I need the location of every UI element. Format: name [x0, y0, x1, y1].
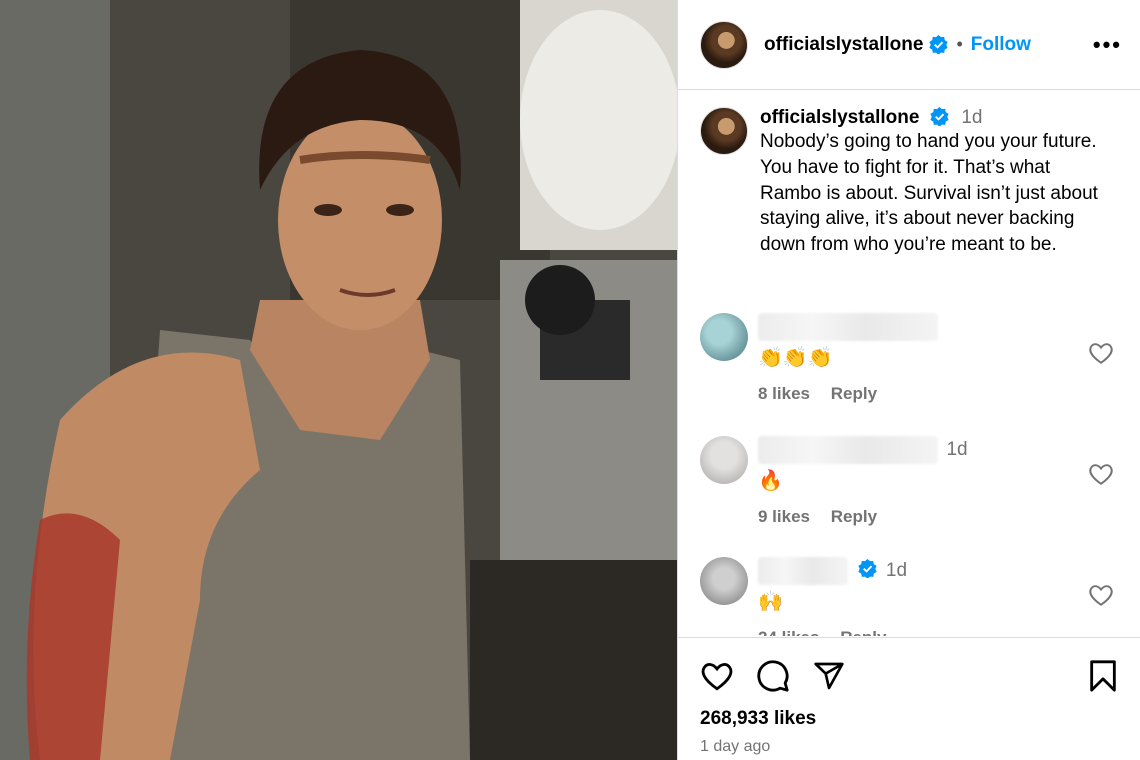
comment-timestamp[interactable]: 1d [946, 439, 967, 460]
comment-text: 🔥 [758, 470, 783, 492]
comments-list[interactable]: officialslystallone 1d Nobody’s going to… [678, 91, 1140, 636]
caption-author-avatar[interactable] [700, 107, 748, 155]
post-caption: officialslystallone 1d Nobody’s going to… [678, 91, 1140, 258]
comment-text: 🙌 [758, 591, 783, 613]
commenter-username-blurred[interactable] [758, 557, 848, 585]
heart-icon[interactable] [700, 660, 734, 692]
author-avatar[interactable] [700, 20, 748, 69]
commenter-username-blurred[interactable] [758, 436, 938, 464]
follow-button[interactable]: Follow [971, 34, 1031, 56]
author-username[interactable]: officialslystallone [764, 34, 923, 56]
caption-username[interactable]: officialslystallone [760, 107, 919, 128]
comment-likes[interactable]: 9 likes [758, 507, 810, 526]
comment-text: 👏👏👏 [758, 347, 833, 369]
verified-badge-icon [858, 559, 878, 579]
like-comment-heart-icon[interactable] [1088, 462, 1114, 486]
commenter-avatar[interactable] [700, 313, 748, 361]
reply-button[interactable]: Reply [831, 384, 877, 403]
comment-item: 1d 🙌 24 likes Reply [700, 557, 1118, 636]
commenter-username-blurred[interactable] [758, 313, 938, 341]
reply-button[interactable]: Reply [831, 507, 877, 526]
post-likes-count[interactable]: 268,933 likes [700, 708, 1118, 730]
comment-timestamp[interactable]: 1d [886, 560, 907, 581]
caption-timestamp[interactable]: 1d [961, 107, 982, 128]
bookmark-icon[interactable] [1088, 659, 1118, 693]
post-header: officialslystallone • Follow ••• [678, 0, 1140, 90]
share-icon[interactable] [812, 660, 846, 692]
post-actions-bar: 268,933 likes 1 day ago [678, 637, 1140, 760]
comment-likes[interactable]: 24 likes [758, 628, 819, 636]
like-comment-heart-icon[interactable] [1088, 583, 1114, 607]
comment-likes[interactable]: 8 likes [758, 384, 810, 403]
verified-badge-icon [929, 35, 949, 54]
more-options-icon[interactable]: ••• [1093, 32, 1122, 58]
post-side-panel: officialslystallone • Follow ••• officia… [677, 0, 1140, 760]
post-timestamp[interactable]: 1 day ago [700, 738, 1118, 756]
reply-button[interactable]: Reply [840, 628, 886, 636]
commenter-avatar[interactable] [700, 557, 748, 605]
caption-text: Nobody’s going to hand you your future. … [760, 131, 1098, 256]
separator-dot: • [956, 34, 963, 54]
verified-badge-icon [930, 107, 949, 126]
comment-item: 👏👏👏 8 likes Reply [700, 313, 1118, 404]
like-comment-heart-icon[interactable] [1088, 341, 1114, 365]
comment-icon[interactable] [756, 659, 790, 693]
comment-item: 1d 🔥 9 likes Reply [700, 436, 1118, 527]
commenter-avatar[interactable] [700, 436, 748, 484]
post-photo-illustration [0, 0, 677, 760]
post-image[interactable] [0, 0, 677, 760]
